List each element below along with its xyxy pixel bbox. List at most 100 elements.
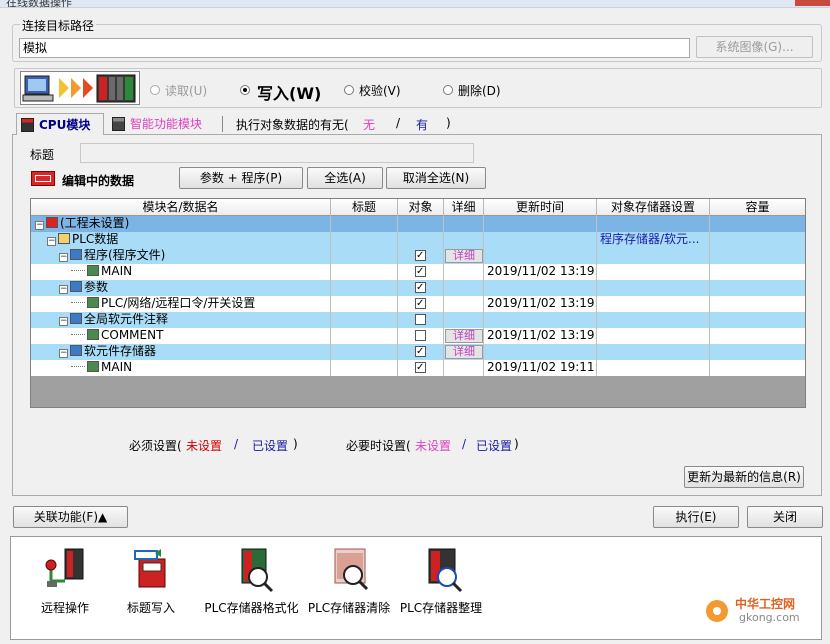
tree-connector xyxy=(71,366,85,367)
col-header-update-time[interactable]: 更新时间 xyxy=(484,199,597,216)
col-header-memory[interactable]: 对象存储器设置 xyxy=(597,199,710,216)
select-all-button[interactable]: 全选(A) xyxy=(307,167,383,189)
row-target-cell xyxy=(398,328,444,344)
tree-collapse-icon[interactable]: − xyxy=(59,349,68,358)
table-row[interactable]: − 全局软元件注释 xyxy=(31,312,805,328)
row-detail-cell xyxy=(444,312,484,328)
execute-button[interactable]: 执行(E) xyxy=(653,506,739,528)
read-radio[interactable] xyxy=(150,85,160,95)
tree-collapse-icon[interactable]: − xyxy=(59,317,68,326)
row-update-time: 2019/11/02 13:19:42 xyxy=(484,264,597,280)
system-image-button[interactable]: 系统图像(G)... xyxy=(696,36,813,58)
row-title-cell xyxy=(331,312,398,328)
editing-data-icon xyxy=(31,171,55,186)
row-title-cell xyxy=(331,296,398,312)
row-detail-cell xyxy=(444,264,484,280)
row-name: (工程未设置) xyxy=(60,216,130,230)
row-update-time xyxy=(484,312,597,328)
target-checkbox[interactable] xyxy=(415,264,426,279)
table-row[interactable]: COMMENT 详细2019/11/02 13:19:42 xyxy=(31,328,805,344)
title-write-item[interactable]: 标题写入 xyxy=(101,537,201,616)
row-name-cell: MAIN xyxy=(31,264,331,280)
plc-memory-arrange-item[interactable]: PLC存储器整理 xyxy=(386,537,496,616)
row-name: 程序(程序文件) xyxy=(84,248,166,262)
table-row[interactable]: MAIN 2019/11/02 19:11:46 xyxy=(31,360,805,376)
title-field[interactable] xyxy=(80,143,474,163)
table-row[interactable]: − 程序(程序文件) 详细 xyxy=(31,248,805,264)
target-checkbox[interactable] xyxy=(415,280,426,295)
tree-collapse-icon[interactable]: − xyxy=(59,253,68,262)
table-row[interactable]: − PLC数据 程序存储器/软元... xyxy=(31,232,805,248)
refresh-button[interactable]: 更新为最新的信息(R) xyxy=(684,466,804,488)
row-name: COMMENT xyxy=(101,328,164,342)
verify-radio[interactable] xyxy=(344,85,354,95)
param-program-button[interactable]: 参数 + 程序(P) xyxy=(179,167,303,189)
plc-memory-arrange-label: PLC存储器整理 xyxy=(399,601,483,615)
row-update-time xyxy=(484,216,597,232)
table-row[interactable]: PLC/网络/远程口令/开关设置 2019/11/02 13:19:41 xyxy=(31,296,805,312)
required-slash: / xyxy=(234,437,239,451)
target-checkbox[interactable] xyxy=(415,314,426,325)
col-header-title[interactable]: 标题 xyxy=(331,199,398,216)
row-name-cell: − PLC数据 xyxy=(31,232,331,248)
verify-radio-label: 校验(V) xyxy=(359,84,401,98)
close-button[interactable]: 关闭 xyxy=(747,506,823,528)
intelligent-module-icon xyxy=(112,117,125,131)
detail-button[interactable]: 详细 xyxy=(445,249,483,263)
close-window-icon[interactable] xyxy=(795,0,830,6)
target-checkbox[interactable] xyxy=(415,360,426,375)
row-update-time xyxy=(484,280,597,296)
row-memory-setting xyxy=(597,264,710,280)
row-title-cell xyxy=(331,264,398,280)
tree-connector xyxy=(71,302,85,303)
row-capacity-cell xyxy=(710,328,805,344)
row-target-cell xyxy=(398,264,444,280)
col-header-name[interactable]: 模块名/数据名 xyxy=(31,199,331,216)
tree-collapse-icon[interactable]: − xyxy=(35,221,44,230)
window-title: 在线数据操作 xyxy=(6,0,72,9)
row-detail-cell xyxy=(444,360,484,376)
deselect-all-button[interactable]: 取消全选(N) xyxy=(386,167,486,189)
window-titlebar: 在线数据操作 xyxy=(0,0,830,9)
table-row[interactable]: − (工程未设置) xyxy=(31,216,805,232)
tab-intelligent-module[interactable]: 智能功能模块 xyxy=(108,113,220,135)
write-radio[interactable] xyxy=(240,85,250,95)
col-header-target[interactable]: 对象 xyxy=(398,199,444,216)
row-update-time xyxy=(484,344,597,360)
data-item-icon xyxy=(70,345,82,356)
detail-button[interactable]: 详细 xyxy=(445,329,483,343)
row-capacity-cell xyxy=(710,264,805,280)
row-target-cell xyxy=(398,344,444,360)
tree-collapse-icon[interactable]: − xyxy=(59,285,68,294)
required-set: 已设置 xyxy=(252,439,289,453)
plc-memory-format-item[interactable]: PLC存储器格式化 xyxy=(194,537,309,616)
row-title-cell xyxy=(331,232,398,248)
row-name-cell: − 程序(程序文件) xyxy=(31,248,331,264)
col-header-capacity[interactable]: 容量 xyxy=(710,199,805,216)
tree-collapse-icon[interactable]: − xyxy=(47,237,56,246)
target-checkbox[interactable] xyxy=(415,330,426,341)
table-row[interactable]: MAIN 2019/11/02 13:19:42 xyxy=(31,264,805,280)
delete-radio[interactable] xyxy=(443,85,453,95)
row-memory-setting xyxy=(597,280,710,296)
row-target-cell xyxy=(398,360,444,376)
connection-group-label: 连接目标路径 xyxy=(20,17,97,34)
row-capacity-cell xyxy=(710,344,805,360)
tab-cpu-module-label: CPU模块 xyxy=(39,118,91,132)
row-title-cell xyxy=(331,280,398,296)
data-item-icon xyxy=(46,217,58,228)
col-header-detail[interactable]: 详细 xyxy=(444,199,484,216)
target-checkbox[interactable] xyxy=(415,344,426,359)
table-row[interactable]: − 软元件存储器 详细 xyxy=(31,344,805,360)
tab-cpu-module[interactable]: CPU模块 xyxy=(16,113,104,135)
remote-operation-item[interactable]: 远程操作 xyxy=(15,537,115,616)
target-checkbox[interactable] xyxy=(415,248,426,263)
row-title-cell xyxy=(331,248,398,264)
row-name: PLC/网络/远程口令/开关设置 xyxy=(101,296,256,310)
related-functions-button[interactable]: 关联功能(F)▲ xyxy=(13,506,128,528)
row-memory-setting[interactable]: 程序存储器/软元... xyxy=(597,232,710,248)
detail-button[interactable]: 详细 xyxy=(445,345,483,359)
table-row[interactable]: − 参数 xyxy=(31,280,805,296)
target-checkbox[interactable] xyxy=(415,296,426,311)
connection-path-field: 模拟 xyxy=(19,38,690,58)
